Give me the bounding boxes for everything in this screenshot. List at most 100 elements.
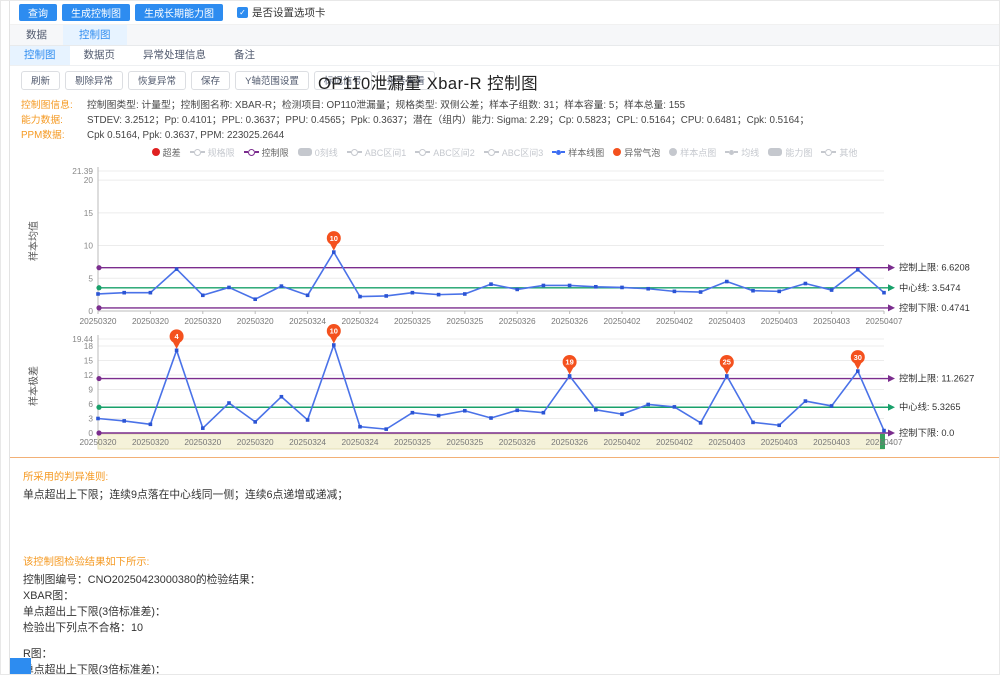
svg-text:20250407: 20250407: [866, 316, 903, 326]
legend-item-6[interactable]: ABC区间3: [484, 146, 544, 159]
xbar-chart-svg: 0510152021.39样本均值控制上限: 6.6208中心线: 3.5474…: [10, 161, 1000, 329]
legend-item-label: 超差: [163, 146, 181, 159]
legend-ring-icon: [190, 149, 205, 156]
svg-text:20250320: 20250320: [237, 316, 274, 326]
svg-text:20250402: 20250402: [656, 316, 693, 326]
svg-text:20250320: 20250320: [184, 437, 221, 447]
corner-toggle-button[interactable]: [10, 658, 31, 674]
legend-item-3[interactable]: 0刻线: [298, 146, 338, 159]
subtab-exception-info[interactable]: 异常处理信息: [129, 46, 220, 65]
info-text: 控制图类型: 计量型；控制图名称: XBAR-R；检测项目: OP110泄漏量；…: [87, 98, 685, 113]
legend-ring-icon: [415, 149, 430, 156]
result-heading: 该控制图检验结果如下所示:: [23, 553, 999, 568]
svg-text:20250320: 20250320: [132, 437, 169, 447]
svg-text:20250320: 20250320: [184, 316, 221, 326]
legend-item-2[interactable]: 控制限: [244, 146, 289, 159]
legend-item-4[interactable]: ABC区间1: [347, 146, 407, 159]
query-button[interactable]: 查询: [19, 4, 57, 21]
rule-heading: 所采用的判异准则:: [23, 468, 999, 483]
svg-text:3: 3: [88, 413, 93, 423]
svg-text:20250326: 20250326: [551, 437, 588, 447]
charts-area: 0510152021.39样本均值控制上限: 6.6208中心线: 3.5474…: [10, 159, 999, 453]
result-gap-4: [23, 636, 999, 646]
tab-data[interactable]: 数据: [10, 25, 63, 45]
svg-text:中心线: 3.5474: 中心线: 3.5474: [899, 282, 961, 293]
svg-text:20250320: 20250320: [80, 316, 117, 326]
legend-item-8[interactable]: 异常气泡: [613, 146, 660, 159]
svg-text:12: 12: [84, 370, 94, 380]
svg-text:6: 6: [88, 399, 93, 409]
svg-text:20250403: 20250403: [708, 316, 745, 326]
y-axis-range-button[interactable]: Y轴范围设置: [235, 71, 309, 90]
legend-item-1[interactable]: 规格限: [190, 146, 235, 159]
legend-dot-icon: [669, 148, 677, 156]
legend-item-label: 样本线图: [568, 146, 604, 159]
refresh-button[interactable]: 刷新: [21, 71, 60, 90]
legend-item-label: ABC区间1: [365, 146, 407, 159]
legend-linedot-icon: [552, 150, 565, 155]
legend-ring-icon: [821, 149, 836, 156]
generate-control-chart-button[interactable]: 生成控制图: [62, 4, 130, 21]
legend-item-10[interactable]: 均线: [725, 146, 759, 159]
restore-anomaly-button[interactable]: 恢复异常: [128, 71, 186, 90]
svg-text:20: 20: [84, 175, 94, 185]
svg-text:20250320: 20250320: [80, 437, 117, 447]
svg-text:控制上限: 11.2627: 控制上限: 11.2627: [899, 373, 974, 384]
legend-item-5[interactable]: ABC区间2: [415, 146, 475, 159]
svg-text:19: 19: [565, 358, 573, 367]
toolbar-buttons: 查询生成控制图生成长期能力图: [19, 4, 223, 21]
legend-item-label: 0刻线: [315, 146, 338, 159]
legend-linedot-icon: [725, 150, 738, 155]
legend-item-label: 其他: [839, 146, 857, 159]
xbar-chart: 0510152021.39样本均值控制上限: 6.6208中心线: 3.5474…: [10, 161, 999, 329]
svg-text:20250402: 20250402: [656, 437, 693, 447]
svg-text:20250402: 20250402: [604, 316, 641, 326]
svg-text:9: 9: [88, 384, 93, 394]
legend-item-label: 控制限: [262, 146, 289, 159]
generate-capability-chart-button[interactable]: 生成长期能力图: [135, 4, 223, 21]
svg-text:5: 5: [88, 273, 93, 283]
info-row-chart: 控制图信息: 控制图类型: 计量型；控制图名称: XBAR-R；检测项目: OP…: [21, 98, 999, 113]
chart-header: 刷新剔除异常恢复异常保存Y轴范围设置标记信号报告查看 OP110泄漏量 Xbar…: [10, 66, 999, 94]
svg-text:20250324: 20250324: [289, 316, 326, 326]
legend-ring-icon: [244, 149, 259, 156]
save-button[interactable]: 保存: [191, 71, 230, 90]
legend-item-7[interactable]: 样本线图: [552, 146, 604, 159]
svg-text:20250320: 20250320: [237, 437, 274, 447]
result-line-3: 检验出下列点不合格：10: [23, 620, 999, 636]
info-label: PPM数据:: [21, 128, 87, 143]
svg-text:20250326: 20250326: [551, 316, 588, 326]
svg-text:控制下限: 0.4741: 控制下限: 0.4741: [899, 302, 970, 313]
svg-text:20250325: 20250325: [446, 316, 483, 326]
svg-text:20250324: 20250324: [289, 437, 326, 447]
svg-text:15: 15: [84, 208, 94, 218]
svg-text:20250325: 20250325: [446, 437, 483, 447]
result-line-6: 单点超出上下限(3倍标准差)：: [23, 662, 999, 675]
tab-control-chart[interactable]: 控制图: [63, 25, 127, 45]
left-border-line: [9, 1, 10, 674]
subtab-remarks[interactable]: 备注: [220, 46, 269, 65]
info-text: STDEV: 3.2512；Pp: 0.4101；PPL: 0.3637；PPU…: [87, 113, 809, 128]
remove-anomaly-button[interactable]: 剔除异常: [65, 71, 123, 90]
subtab-data-page[interactable]: 数据页: [70, 46, 130, 65]
svg-text:20250326: 20250326: [499, 437, 536, 447]
subtab-control-chart[interactable]: 控制图: [10, 46, 70, 65]
legend-item-12[interactable]: 其他: [821, 146, 857, 159]
result-line-0: 控制图编号：CNO20250423000380的检验结果：: [23, 572, 999, 588]
legend-item-9[interactable]: 样本点图: [669, 146, 716, 159]
result-lines: 控制图编号：CNO20250423000380的检验结果：XBAR图：单点超出上…: [23, 572, 999, 675]
checkbox-check-icon[interactable]: ✓: [237, 7, 248, 18]
result-line-2: 单点超出上下限(3倍标准差)：: [23, 604, 999, 620]
tabs-setting-checkbox[interactable]: ✓ 是否设置选项卡: [237, 5, 326, 20]
legend-item-0[interactable]: 超差: [152, 146, 181, 159]
svg-text:20250403: 20250403: [813, 316, 850, 326]
legend-item-label: ABC区间2: [433, 146, 475, 159]
info-label: 控制图信息:: [21, 98, 87, 113]
legend-item-11[interactable]: 能力图: [768, 146, 812, 159]
svg-text:20250402: 20250402: [604, 437, 641, 447]
legend-item-label: 异常气泡: [624, 146, 660, 159]
svg-text:30: 30: [854, 353, 862, 362]
primary-tabs: 数据控制图: [10, 25, 999, 46]
svg-text:20250326: 20250326: [499, 316, 536, 326]
svg-text:0: 0: [88, 306, 93, 316]
